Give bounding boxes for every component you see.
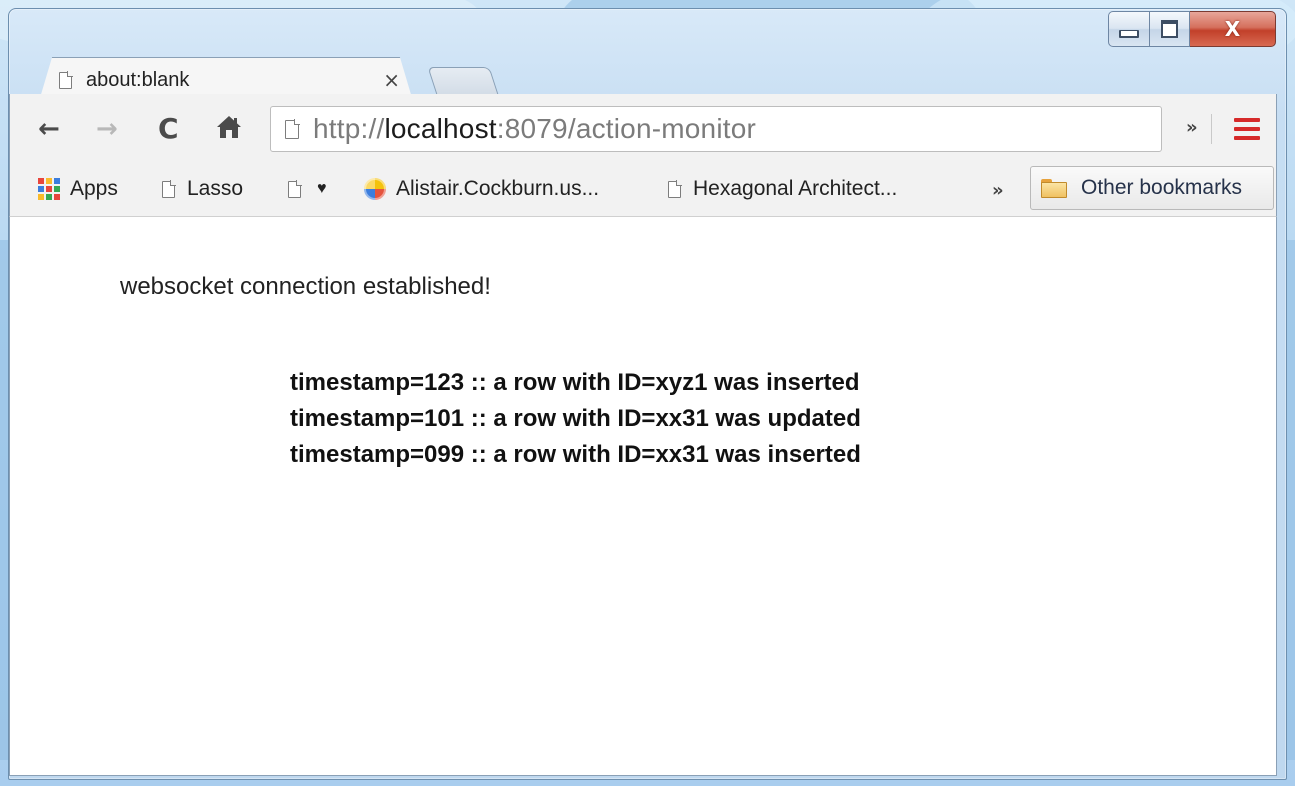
close-window-button[interactable]: X (1190, 11, 1276, 47)
forward-arrow-icon[interactable]: → (96, 114, 118, 144)
url-prefix: http:// (313, 113, 385, 144)
bookmark-heart[interactable]: ♥ (288, 174, 327, 204)
apps-grid-icon (38, 178, 60, 200)
bookmarks-bar: Apps Lasso ♥ Alistair.Cockburn.us... Hex… (10, 164, 1276, 214)
maximize-icon (1161, 20, 1178, 38)
document-icon (668, 180, 682, 198)
bookmark-label: Hexagonal Architect... (693, 177, 898, 200)
url-suffix: :8079/action-monitor (496, 113, 757, 144)
tab-about-blank-content[interactable]: about:blank × (59, 65, 404, 95)
bookmark-hexagonal-architecture[interactable]: Hexagonal Architect... (668, 174, 897, 204)
bookmark-lasso[interactable]: Lasso (162, 174, 243, 204)
reload-icon[interactable]: C (158, 114, 179, 144)
bookmark-label: Lasso (187, 177, 244, 200)
tab-title: about:blank (86, 68, 190, 91)
event-item: timestamp=099 :: a row with ID=xx31 was … (290, 441, 861, 468)
event-list: timestamp=123 :: a row with ID=xyz1 was … (290, 365, 861, 473)
heart-icon: ♥ (317, 180, 327, 197)
document-icon (59, 71, 73, 89)
document-icon (288, 180, 302, 198)
navigation-row: ← → C http://localhost:8079/action-monit… (10, 94, 1276, 164)
bookmark-alistair-cockburn[interactable]: Alistair.Cockburn.us... (364, 174, 599, 204)
bookmarks-overflow-icon[interactable]: » (992, 180, 1004, 201)
extensions-overflow-icon[interactable]: » (1186, 117, 1198, 138)
hamburger-menu-icon[interactable] (1234, 118, 1260, 140)
tab-close-icon[interactable]: × (383, 68, 400, 92)
folder-icon (1041, 178, 1067, 198)
back-arrow-icon[interactable]: ← (38, 114, 60, 144)
home-icon-svg (217, 116, 241, 138)
maximize-button[interactable] (1150, 11, 1190, 47)
event-item: timestamp=101 :: a row with ID=xx31 was … (290, 405, 861, 432)
url-host: localhost (384, 113, 497, 144)
bookmark-apps[interactable]: Apps (38, 174, 118, 204)
bookmark-label: Alistair.Cockburn.us... (396, 177, 600, 200)
connection-status-text: websocket connection established! (120, 273, 491, 300)
page-info-icon[interactable] (285, 119, 300, 139)
document-icon (162, 180, 176, 198)
globe-icon (364, 178, 386, 200)
other-bookmarks-button[interactable]: Other bookmarks (1030, 166, 1274, 210)
other-bookmarks-label: Other bookmarks (1081, 176, 1243, 199)
minimize-icon (1119, 30, 1139, 38)
address-bar[interactable]: http://localhost:8079/action-monitor (270, 106, 1162, 152)
browser-toolbar: ← → C http://localhost:8079/action-monit… (9, 94, 1277, 216)
close-icon: X (1224, 17, 1241, 41)
window-caption-buttons: X (1108, 11, 1276, 47)
url-text[interactable]: http://localhost:8079/action-monitor (313, 113, 756, 145)
event-item: timestamp=123 :: a row with ID=xyz1 was … (290, 369, 860, 396)
home-icon[interactable] (216, 114, 242, 147)
toolbar-separator (1211, 114, 1212, 144)
page-content: websocket connection established! timest… (9, 216, 1277, 776)
bookmark-label: Apps (70, 177, 118, 200)
minimize-button[interactable] (1108, 11, 1150, 47)
